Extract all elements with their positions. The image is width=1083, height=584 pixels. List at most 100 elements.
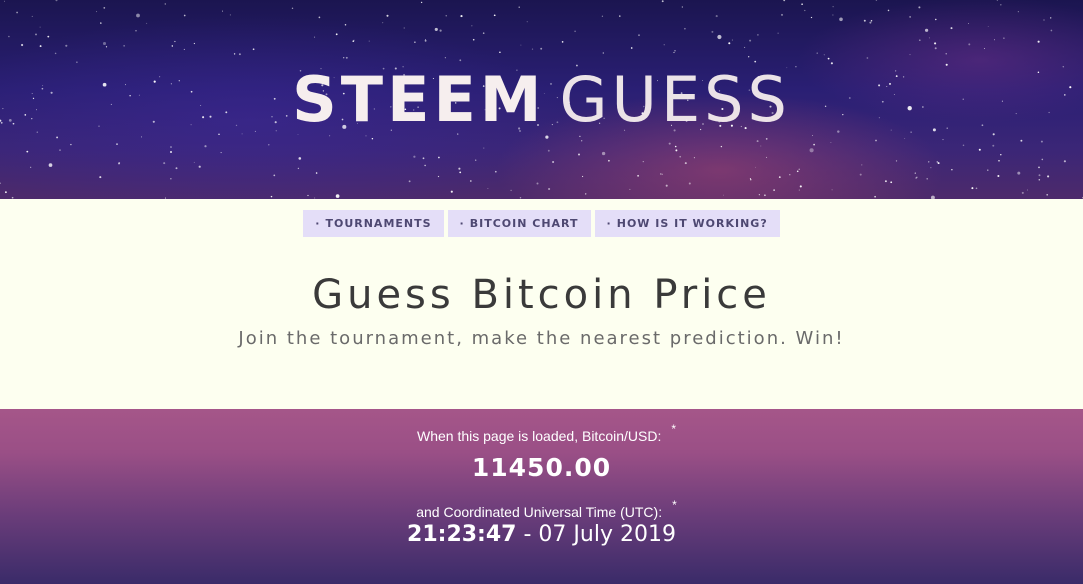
star: [757, 34, 759, 36]
star: [934, 47, 937, 50]
star: [904, 137, 906, 139]
star: [171, 45, 173, 47]
star: [422, 157, 425, 160]
star: [688, 182, 691, 185]
star: [895, 160, 898, 162]
star: [870, 20, 873, 22]
star: [684, 162, 687, 165]
bullet-icon: ·: [315, 217, 321, 230]
star: [314, 197, 316, 199]
utc-label: and Coordinated Universal Time (UTC):: [416, 504, 663, 520]
star: [1003, 37, 1005, 39]
star: [914, 172, 916, 174]
star: [780, 13, 784, 16]
star: [798, 189, 800, 191]
star: [1041, 158, 1044, 161]
star: [183, 48, 185, 50]
star: [343, 57, 345, 59]
star: [291, 7, 294, 9]
star: [942, 139, 944, 141]
star: [674, 50, 676, 52]
star: [318, 16, 321, 19]
star: [459, 59, 462, 62]
star: [890, 181, 893, 184]
star: [425, 38, 427, 40]
star: [909, 16, 911, 18]
star: [531, 48, 534, 50]
star: [823, 54, 825, 56]
star: [175, 167, 178, 170]
nav-bitcoin-chart[interactable]: · BITCOIN CHART: [447, 210, 591, 237]
star: [135, 30, 137, 32]
star: [581, 140, 583, 142]
nav-how-it-works[interactable]: · HOW IS IT WORKING?: [594, 210, 780, 237]
star: [684, 27, 686, 30]
star: [471, 25, 473, 27]
star: [813, 143, 815, 146]
star: [722, 194, 724, 196]
star: [1043, 19, 1045, 21]
star: [637, 174, 640, 177]
star: [962, 144, 965, 147]
star: [663, 44, 665, 46]
utc-separator: -: [516, 522, 539, 547]
star: [499, 51, 501, 54]
star: [602, 52, 604, 54]
star: [681, 6, 683, 8]
star: [642, 161, 644, 163]
star: [204, 145, 207, 148]
star: [859, 173, 862, 176]
star: [445, 15, 447, 17]
star: [744, 46, 746, 48]
star: [832, 6, 834, 8]
star: [830, 141, 832, 143]
utc-clock: 21:23:47: [407, 522, 517, 547]
star: [1017, 11, 1019, 13]
star: [315, 172, 318, 174]
star: [169, 150, 173, 154]
star: [444, 57, 446, 59]
star: [1046, 193, 1049, 196]
star: [458, 167, 461, 170]
star: [789, 174, 791, 176]
star: [935, 18, 937, 21]
star: [679, 155, 682, 158]
star: [483, 147, 485, 149]
page-subtitle: Join the tournament, make the nearest pr…: [238, 328, 845, 349]
nav-tournaments[interactable]: · TOURNAMENTS: [303, 210, 444, 237]
star: [987, 26, 989, 28]
star: [661, 173, 663, 175]
star: [915, 177, 917, 179]
star: [424, 39, 427, 42]
star: [414, 41, 416, 43]
star: [934, 42, 937, 45]
star: [1017, 171, 1021, 175]
star: [866, 57, 869, 59]
star: [601, 15, 604, 17]
star: [996, 0, 999, 1]
star: [174, 40, 176, 43]
star: [183, 14, 186, 17]
star: [874, 195, 876, 198]
star: [55, 0, 58, 2]
star: [748, 56, 750, 58]
price-panel: When this page is loaded, Bitcoin/USD: * …: [0, 409, 1083, 584]
star: [875, 139, 877, 142]
star: [438, 156, 440, 159]
star: [35, 33, 37, 36]
star: [352, 40, 355, 43]
star: [796, 170, 799, 173]
site-logo[interactable]: STEEM GUESS: [0, 62, 1083, 138]
star: [105, 46, 108, 48]
star: [59, 149, 61, 151]
price-label: When this page is loaded, Bitcoin/USD:: [416, 428, 662, 444]
star: [386, 14, 389, 17]
star: [875, 0, 878, 1]
utc-asterisk: *: [672, 498, 677, 512]
star: [765, 138, 768, 140]
star: [884, 180, 887, 183]
star: [971, 187, 974, 190]
star: [861, 164, 863, 166]
star: [693, 157, 695, 159]
star: [638, 34, 640, 37]
